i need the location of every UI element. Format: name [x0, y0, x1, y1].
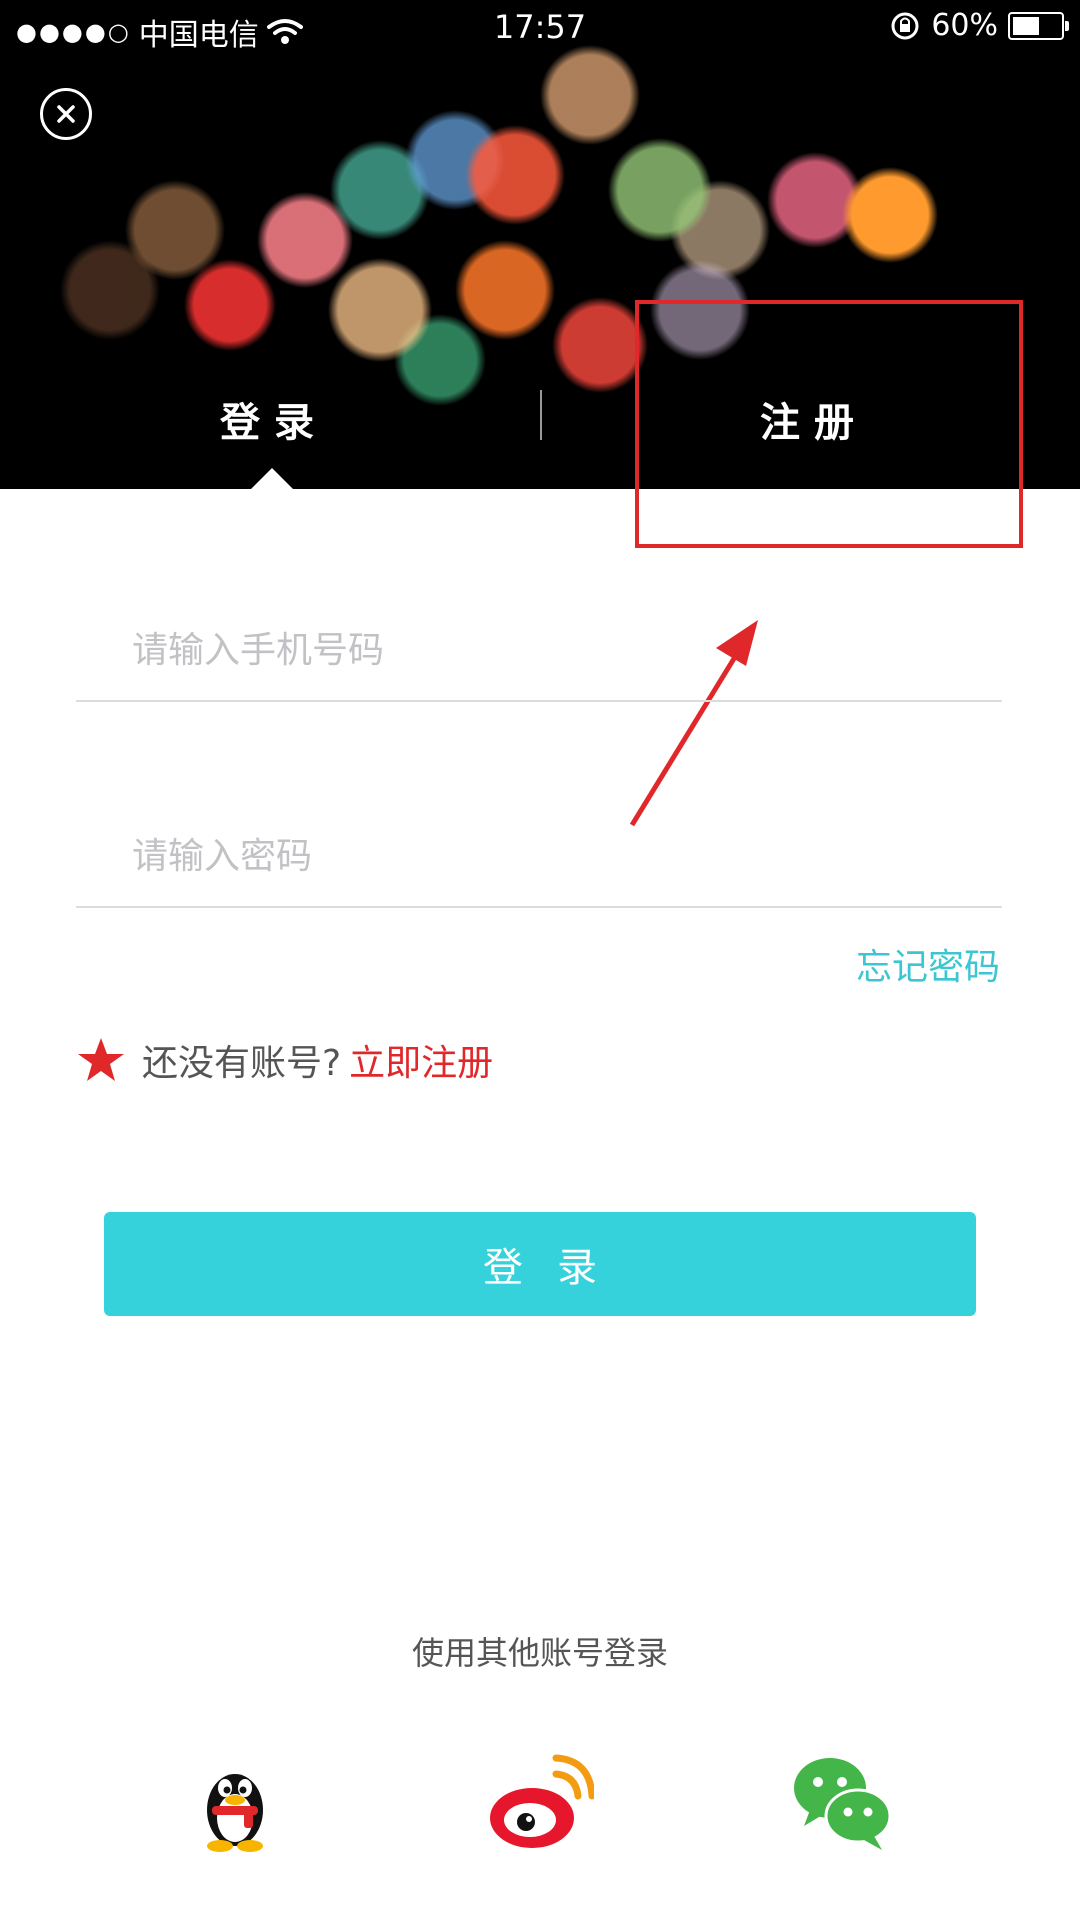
- battery-fill: [1013, 16, 1039, 35]
- signup-row: 还没有账号? 立即注册: [76, 1034, 493, 1086]
- status-bar: ●●●●○ 中国电信 17:57 60%: [0, 0, 1080, 56]
- status-right: 60%: [889, 8, 1069, 43]
- tab-login[interactable]: 登录: [220, 390, 328, 448]
- login-button[interactable]: 登录: [104, 1212, 976, 1316]
- signup-link[interactable]: 立即注册: [349, 1034, 493, 1086]
- active-tab-indicator: [250, 468, 294, 490]
- qq-icon[interactable]: [180, 1746, 290, 1856]
- wechat-icon[interactable]: [788, 1746, 898, 1856]
- battery-icon: [1008, 11, 1069, 40]
- annotation-highlight-box: [635, 300, 1023, 548]
- close-button[interactable]: [40, 88, 92, 140]
- phone-input[interactable]: [76, 600, 992, 700]
- other-login-label: 使用其他账号登录: [411, 1634, 668, 1672]
- battery-nub: [1065, 20, 1069, 31]
- star-icon: [78, 1038, 124, 1081]
- password-input[interactable]: [76, 806, 992, 906]
- weibo-icon[interactable]: [484, 1746, 594, 1856]
- forgot-password-link[interactable]: 忘记密码: [856, 938, 1000, 990]
- password-field: [76, 806, 1002, 908]
- tab-divider: [540, 390, 542, 440]
- signup-prompt: 还没有账号?: [142, 1043, 342, 1084]
- battery-percent: 60%: [931, 8, 998, 43]
- rotation-lock-icon: [891, 12, 919, 39]
- phone-field: [76, 600, 1002, 702]
- close-icon: [57, 105, 75, 123]
